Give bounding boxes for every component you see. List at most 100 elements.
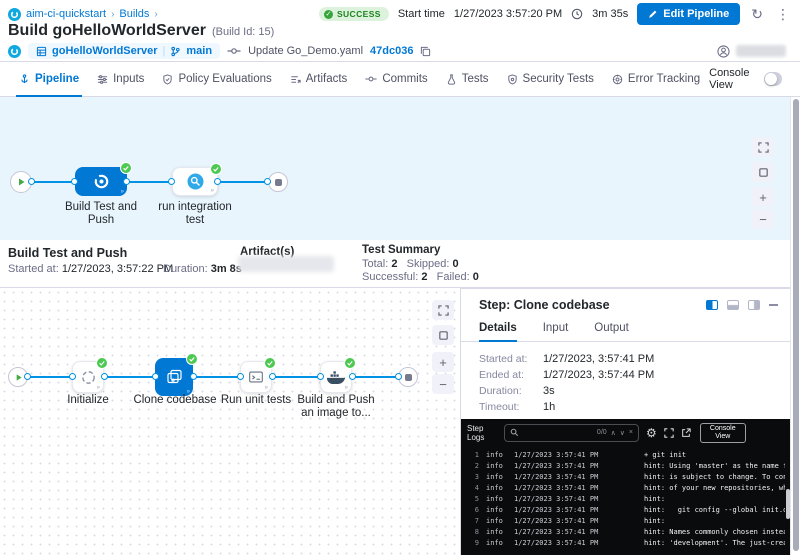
test-summary-row1: Total: 2 Skipped: 0 [362,258,459,270]
search-next-icon[interactable]: ∨ [620,429,625,437]
tab-input[interactable]: Input [543,319,569,341]
field-ended-at: Ended at:1/27/2023, 3:57:44 PM [479,369,654,381]
log-search-box[interactable]: 0/0 ∧ ∨ × [504,424,639,442]
step-label[interactable]: Run unit tests [211,394,301,407]
step-variation-icon: » [97,385,100,392]
kebab-menu-icon[interactable]: ⋮ [774,7,792,21]
tab-artifacts[interactable]: Artifacts [281,62,357,97]
log-search-input[interactable] [523,428,593,437]
stage-node-build-test-and-push[interactable]: » [75,167,127,196]
user-icon [717,45,730,58]
plus-icon: + [759,190,767,205]
canvas-zoom-in-button[interactable]: + [752,187,774,207]
copy-icon[interactable] [420,46,431,57]
console-view-button[interactable]: Console View [700,423,746,443]
harness-logo-icon [8,8,21,21]
connector-port [317,373,324,380]
log-console-header: Step Logs 0/0 ∧ ∨ × ⚙ [461,419,791,446]
status-badge: ✓ SUCCESS [319,7,389,21]
stage-graph-canvas: » » Build Test and Push run integration … [0,97,800,240]
tab-tests[interactable]: Tests [437,62,498,97]
stage-label[interactable]: Build Test and Push [59,201,143,227]
tab-security-tests[interactable]: Security Tests [498,62,603,97]
layout-minimized-pane-icon[interactable] [748,300,760,310]
stage-label[interactable]: run integration test [153,201,237,227]
console-view-label: Console View [709,67,757,91]
step-node-clone-codebase[interactable]: » [155,358,193,396]
fit-view-icon [758,167,769,178]
connector-port [24,373,31,380]
stage-node-run-integration-test[interactable]: » [172,167,218,196]
log-fullscreen-icon[interactable] [664,428,674,438]
minus-icon: − [759,212,767,227]
refresh-page-icon[interactable]: ↻ [749,7,765,21]
open-in-new-tab-icon[interactable] [681,428,691,438]
connector-port [152,373,159,380]
commit-message[interactable]: Update Go_Demo.yaml [248,45,363,57]
policy-evaluations-icon [162,74,173,85]
connector-port [123,178,130,185]
step-node-initialize[interactable]: » [72,361,104,393]
ci-stage-icon [93,173,110,190]
step-node-build-and-push[interactable]: » [320,361,352,393]
start-time-value: 1/27/2023 3:57:20 PM [454,8,562,20]
stage-variation-icon: » [211,188,214,195]
log-line: 2info1/27/2023 3:57:41 PMhint: Using 'ma… [467,460,785,471]
canvas-fit-view-button[interactable] [752,162,774,182]
step-variation-icon: » [265,385,268,392]
log-line: 7info1/27/2023 3:57:41 PMhint: [467,515,785,526]
connector-port [395,373,402,380]
page-scrollbar-thumb[interactable] [793,99,799,551]
fit-view-icon [438,330,449,341]
inputs-icon [97,74,108,85]
log-line: 1info1/27/2023 3:57:41 PM+ git init [467,449,785,460]
breadcrumb-builds-link[interactable]: Builds [119,8,149,20]
exec-fit-view-button[interactable] [432,325,454,345]
search-close-icon[interactable]: × [629,429,633,436]
exec-fullscreen-button[interactable] [432,300,454,320]
layout-right-pane-icon[interactable] [706,300,718,310]
tab-details[interactable]: Details [479,319,517,341]
repo-branch-pill[interactable]: goHelloWorldServer | main [28,43,220,59]
step-label[interactable]: Clone codebase [129,394,221,407]
step-node-run-unit-tests[interactable]: » [240,361,272,393]
edit-pipeline-button[interactable]: Edit Pipeline [637,3,740,25]
build-execution-page: aim-ci-quickstart › Builds › ✓ SUCCESS S… [0,0,800,555]
field-duration: Duration:3s [479,385,555,397]
minimize-panel-icon[interactable] [769,304,778,306]
refresh-icon [80,369,97,386]
field-timeout: Timeout:1h [479,401,555,413]
tab-policy-evaluations[interactable]: Policy Evaluations [153,62,280,97]
commit-hash-link[interactable]: 47dc036 [370,45,413,57]
log-settings-gear-icon[interactable]: ⚙ [646,427,657,439]
connector-port [101,373,108,380]
page-title: Build goHelloWorldServer [8,22,206,40]
canvas-zoom-out-button[interactable]: − [752,209,774,229]
page-scrollbar[interactable] [790,97,800,555]
canvas-fullscreen-button[interactable] [752,137,774,157]
connector-line [272,376,321,378]
tab-output[interactable]: Output [594,319,629,341]
layout-bottom-pane-icon[interactable] [727,300,739,310]
step-label[interactable]: Initialize [43,394,133,407]
tab-inputs[interactable]: Inputs [88,62,153,97]
step-label[interactable]: Build and Push an image to... [291,394,381,420]
console-view-toggle[interactable] [764,72,783,86]
exec-zoom-out-button[interactable]: − [432,374,454,394]
tab-commits[interactable]: Commits [356,62,436,97]
exec-zoom-in-button[interactable]: + [432,352,454,372]
log-lines[interactable]: 1info1/27/2023 3:57:41 PM+ git init 2inf… [461,446,791,548]
integration-test-icon [187,173,204,190]
tab-error-tracking[interactable]: Error Tracking [603,62,709,97]
pill-divider: | [163,45,166,57]
stage-started-at: Started at: 1/27/2023, 3:57:22 PM [8,263,173,275]
minus-icon: − [439,377,447,392]
plus-icon: + [439,355,447,370]
search-prev-icon[interactable]: ∧ [611,429,616,437]
user-email-redacted [736,45,786,57]
connector-port [269,373,276,380]
search-match-count: 0/0 [597,429,607,436]
tab-pipeline[interactable]: Pipeline [10,62,88,97]
pipeline-icon [19,74,30,85]
breadcrumb-project-link[interactable]: aim-ci-quickstart [26,8,106,20]
